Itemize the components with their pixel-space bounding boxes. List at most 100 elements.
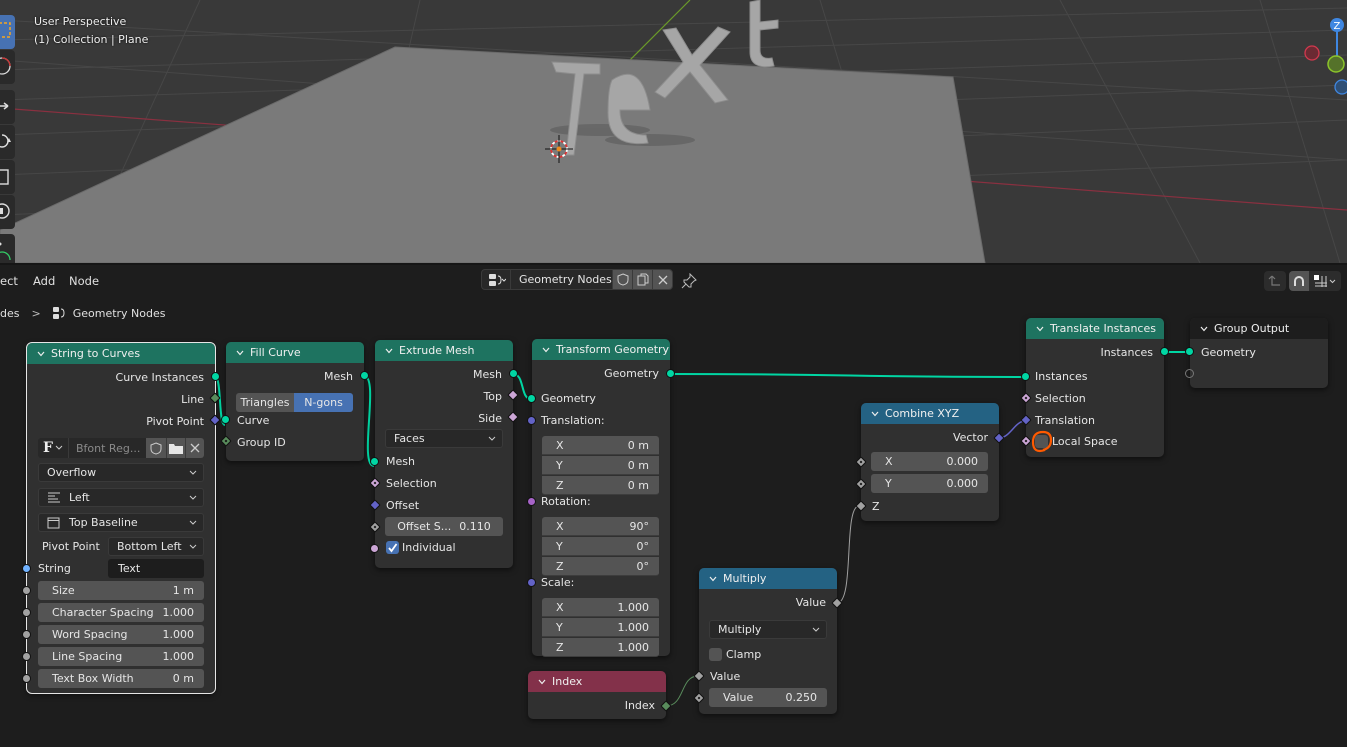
menu-add[interactable]: Add	[33, 274, 55, 288]
character-spacing-field[interactable]: Character Spacing 1.000	[38, 603, 204, 622]
socket-y[interactable]	[855, 478, 867, 490]
node-header[interactable]: Fill Curve	[226, 342, 364, 363]
node-combine-xyz[interactable]: Combine XYZ Vector X 0.000 Y 0.000 Z	[855, 403, 1005, 521]
node-string-to-curves[interactable]: String to Curves Curve Instances Line Pi…	[22, 342, 221, 694]
socket-instances-output[interactable]	[1160, 347, 1169, 356]
socket-word-spacing[interactable]	[22, 630, 31, 639]
socket-x[interactable]	[855, 456, 867, 468]
scale-y-field[interactable]: Y 1.000	[542, 618, 659, 637]
socket-selection[interactable]	[1020, 392, 1032, 404]
node-header[interactable]: Combine XYZ	[861, 403, 999, 424]
select-box-tool[interactable]	[0, 15, 15, 49]
pivot-point-dropdown[interactable]: Bottom Left	[108, 537, 204, 556]
node-translate-instances[interactable]: Translate Instances Instances Instances …	[1020, 318, 1169, 457]
scale-z-field[interactable]: Z 1.000	[542, 638, 659, 657]
font-unlink-button[interactable]	[185, 438, 204, 458]
socket-top[interactable]	[507, 389, 519, 401]
socket-value-input-b[interactable]	[693, 692, 705, 704]
fake-user-button[interactable]	[612, 270, 632, 289]
translation-z-field[interactable]: Z 0 m	[542, 476, 659, 495]
size-field[interactable]: Size 1 m	[38, 581, 204, 600]
navigation-gizmo[interactable]: Z	[1295, 10, 1347, 100]
scale-x-field[interactable]: X 1.000	[542, 598, 659, 617]
socket-rotation[interactable]	[527, 497, 536, 506]
clamp-checkbox[interactable]	[709, 648, 722, 661]
socket-line-spacing[interactable]	[22, 652, 31, 661]
chevron-down-icon[interactable]	[236, 349, 244, 357]
snap-mode-dropdown[interactable]	[1309, 274, 1337, 288]
node-extrude-mesh[interactable]: Extrude Mesh Mesh Top Side Faces Mesh Se…	[369, 340, 519, 568]
node-header[interactable]: Group Output	[1190, 318, 1328, 339]
rotation-y-field[interactable]: Y 0°	[542, 537, 659, 556]
socket-line[interactable]	[209, 392, 221, 404]
node-header[interactable]: Multiply	[699, 568, 837, 589]
node-group-output[interactable]: Group Output Geometry	[1185, 318, 1328, 388]
rotation-x-field[interactable]: X 90°	[542, 517, 659, 536]
chevron-down-icon[interactable]	[1200, 325, 1208, 333]
math-operation-dropdown[interactable]: Multiply	[709, 620, 827, 639]
socket-mesh-output[interactable]	[360, 371, 369, 380]
socket-selection[interactable]	[369, 477, 381, 489]
socket-geometry-output[interactable]	[666, 369, 675, 378]
chevron-down-icon[interactable]	[709, 575, 717, 583]
node-header[interactable]: Index	[528, 671, 666, 692]
socket-text-box-width[interactable]	[22, 674, 31, 683]
node-transform-geometry[interactable]: Transform Geometry Geometry Geometry Tra…	[527, 339, 675, 657]
align-y-dropdown[interactable]: Top Baseline	[38, 513, 204, 532]
socket-offset[interactable]	[369, 499, 381, 511]
socket-string[interactable]	[22, 564, 31, 573]
font-name-field[interactable]: Bfont Reg...	[69, 438, 146, 458]
text-box-width-field[interactable]: Text Box Width 0 m	[38, 669, 204, 688]
align-x-dropdown[interactable]: Left	[38, 488, 204, 507]
menu-node[interactable]: Node	[69, 274, 99, 288]
annotate-tool[interactable]	[0, 234, 15, 263]
node-tree-browse-button[interactable]	[482, 270, 511, 289]
node-fill-curve[interactable]: Fill Curve Mesh Triangles N-gons Curve G…	[220, 342, 369, 461]
scale-tool[interactable]	[0, 160, 15, 194]
socket-mesh-input[interactable]	[370, 457, 379, 466]
value-field[interactable]: Value 0.250	[709, 688, 827, 707]
x-field[interactable]: X 0.000	[871, 452, 988, 471]
node-multiply[interactable]: Multiply Value Multiply Clamp Value Valu…	[693, 568, 843, 714]
rotate-tool[interactable]	[0, 125, 15, 159]
node-header[interactable]: Extrude Mesh	[375, 340, 513, 361]
chevron-down-icon[interactable]	[542, 346, 550, 354]
socket-empty[interactable]	[1185, 369, 1194, 378]
node-tree-name-field[interactable]: Geometry Nodes	[511, 270, 612, 289]
duplicate-tree-button[interactable]	[632, 270, 652, 289]
socket-vector-output[interactable]	[993, 432, 1005, 444]
socket-value-output[interactable]	[831, 597, 843, 609]
socket-scale[interactable]	[527, 578, 536, 587]
socket-mesh-output[interactable]	[509, 369, 518, 378]
socket-offset-scale[interactable]	[369, 521, 381, 533]
word-spacing-field[interactable]: Word Spacing 1.000	[38, 625, 204, 644]
chevron-down-icon[interactable]	[871, 410, 879, 418]
socket-geometry-input[interactable]	[1185, 347, 1194, 356]
font-browse-button[interactable]: F	[38, 438, 69, 458]
socket-character-spacing[interactable]	[22, 608, 31, 617]
offset-scale-field[interactable]: Offset S... 0.110	[385, 517, 503, 536]
socket-index-output[interactable]	[660, 700, 672, 712]
extrude-mode-dropdown[interactable]: Faces	[385, 429, 503, 448]
individual-checkbox[interactable]	[386, 541, 399, 554]
socket-individual[interactable]	[370, 544, 379, 553]
mode-triangles-button[interactable]: Triangles	[236, 393, 294, 412]
socket-pivot-point[interactable]	[209, 414, 221, 426]
y-field[interactable]: Y 0.000	[871, 474, 988, 493]
node-header[interactable]: Translate Instances	[1026, 318, 1164, 339]
node-index[interactable]: Index Index	[528, 671, 672, 719]
socket-geometry-input[interactable]	[527, 394, 536, 403]
move-tool[interactable]	[0, 90, 15, 124]
socket-translation[interactable]	[527, 416, 536, 425]
rotation-z-field[interactable]: Z 0°	[542, 557, 659, 576]
socket-z[interactable]	[855, 500, 867, 512]
chevron-down-icon[interactable]	[385, 347, 393, 355]
snap-toggle[interactable]	[1289, 271, 1309, 291]
mode-ngons-button[interactable]: N-gons	[294, 393, 353, 412]
socket-instances-input[interactable]	[1021, 372, 1030, 381]
parent-node-tree-button[interactable]	[1264, 271, 1286, 291]
font-fake-user-button[interactable]	[146, 438, 166, 458]
chevron-down-icon[interactable]	[538, 678, 546, 686]
node-header[interactable]: Transform Geometry	[532, 339, 670, 360]
node-header[interactable]: String to Curves	[27, 343, 215, 364]
